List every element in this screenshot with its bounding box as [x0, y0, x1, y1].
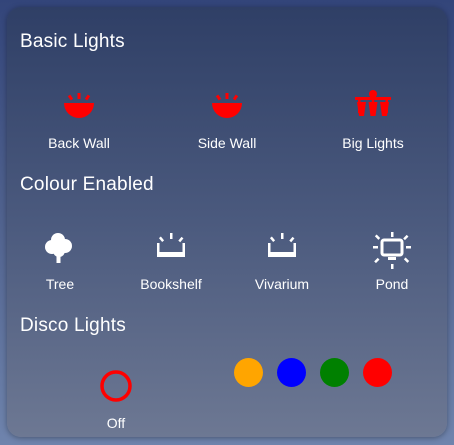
power-ring-icon [100, 370, 132, 402]
bookshelf-button[interactable]: Bookshelf [116, 231, 226, 301]
pond-label: Pond [375, 276, 409, 292]
vivarium-button[interactable]: Vivarium [227, 231, 337, 301]
big-lights-button[interactable]: Big Lights [318, 90, 428, 160]
disco-off-button[interactable]: Off [61, 370, 171, 437]
disco-red-button[interactable] [363, 358, 392, 387]
strip-light-icon [157, 233, 185, 257]
tree-button[interactable]: Tree [7, 231, 115, 301]
disco-lights-title: Disco Lights [20, 315, 126, 336]
side-wall-button[interactable]: Side Wall [172, 90, 282, 160]
disco-green-button[interactable] [320, 358, 349, 387]
back-wall-button[interactable]: Back Wall [24, 90, 134, 160]
pond-button[interactable]: Pond [337, 231, 447, 301]
tree-icon [45, 233, 72, 263]
wall-light-icon [212, 93, 242, 118]
colour-enabled-title: Colour Enabled [20, 174, 154, 195]
tree-label: Tree [45, 276, 75, 292]
wall-light-icon [64, 93, 94, 118]
side-wall-label: Side Wall [197, 135, 257, 151]
pond-light-icon [373, 232, 411, 269]
vivarium-label: Vivarium [254, 276, 310, 292]
back-wall-label: Back Wall [48, 135, 110, 151]
big-lights-label: Big Lights [342, 135, 404, 151]
lights-card: Basic Lights Back Wall Side Wall Big Lig… [7, 7, 447, 437]
strip-light-icon [268, 233, 296, 257]
basic-lights-title: Basic Lights [20, 31, 125, 52]
disco-blue-button[interactable] [277, 358, 306, 387]
bookshelf-label: Bookshelf [140, 276, 202, 292]
chandelier-icon [355, 90, 391, 116]
disco-orange-button[interactable] [234, 358, 263, 387]
disco-off-label: Off [106, 415, 126, 431]
